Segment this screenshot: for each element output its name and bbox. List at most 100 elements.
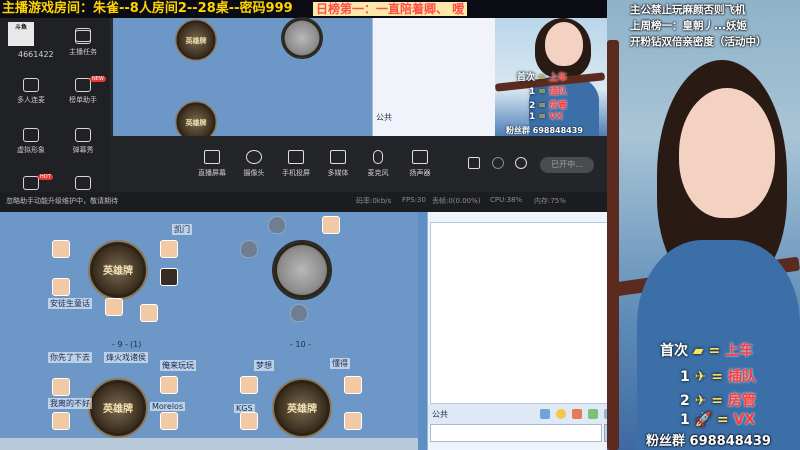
- preview-table-label: 英雄牌: [185, 119, 207, 127]
- chair-post: [607, 40, 619, 450]
- emoji-icon[interactable]: [556, 409, 566, 419]
- player-avatar[interactable]: [322, 216, 340, 234]
- tool-media[interactable]: 多媒体: [316, 150, 360, 178]
- preview-rank-sep: =: [538, 101, 546, 111]
- preview-fan-group: 粉丝群 698848439: [506, 126, 583, 135]
- player-avatar[interactable]: [344, 412, 362, 430]
- player-avatar[interactable]: [160, 268, 178, 286]
- notice-line: 开粉钻双倍亲密度（活动中）: [630, 36, 767, 48]
- stat-cpu: CPU:38%: [490, 196, 523, 204]
- tool-phone-cast[interactable]: 手机投屏: [274, 150, 318, 178]
- rank-sep: ✈ =: [694, 369, 723, 385]
- eye-icon[interactable]: [492, 157, 504, 169]
- game-table-3-label: 英雄牌: [287, 404, 317, 415]
- player-avatar[interactable]: [160, 240, 178, 258]
- rank-pos: 1: [680, 412, 690, 428]
- player-avatar[interactable]: [160, 376, 178, 394]
- font-icon[interactable]: [540, 409, 550, 419]
- preview-rank-val: 上车: [548, 73, 567, 83]
- preview-rank-pos: 1: [529, 112, 536, 122]
- empty-seat-icon[interactable]: [290, 304, 308, 322]
- avatar-icon: [23, 128, 39, 142]
- preview-face: [545, 22, 583, 66]
- tool-screen[interactable]: 直播屏幕: [190, 150, 234, 178]
- sidebar-item-label: 多人连麦: [17, 96, 45, 104]
- player-name: KGS: [234, 404, 255, 413]
- sidebar-item-rank-helper[interactable]: 榜单助手: [56, 78, 110, 105]
- status-notice: 忽略助手动能升级维护中，敬请期待: [6, 197, 118, 205]
- tool-camera[interactable]: 摄像头: [232, 150, 276, 178]
- user-id: 4661422: [18, 50, 54, 59]
- chat-input[interactable]: [430, 424, 602, 442]
- camera-icon: [246, 150, 262, 164]
- gift-icon[interactable]: [572, 409, 582, 419]
- rank-line-2: 2 ✈ = 房管: [680, 390, 756, 410]
- table-number: - 10 -: [290, 340, 312, 349]
- sidebar-item-task[interactable]: 主播任务: [56, 30, 110, 57]
- player-name: 懂得: [330, 358, 350, 369]
- preview-camera-thumbnail: 首次 = 上车 1 = 插队 2 = 房管 1 = VX: [495, 18, 607, 136]
- face: [679, 88, 775, 218]
- preview-rank-1: 1 = 插队: [529, 84, 567, 97]
- player-avatar[interactable]: [240, 412, 258, 430]
- player-avatar[interactable]: [52, 278, 70, 296]
- chat-channel-label[interactable]: 公共: [432, 409, 448, 420]
- stat-memory: 内存:75%: [534, 197, 566, 205]
- fan-group-qq: 粉丝群 698848439: [646, 434, 771, 449]
- sidebar-item-avatar[interactable]: 虚拟形象: [4, 128, 58, 155]
- tool-label: 直播屏幕: [198, 169, 226, 177]
- player-name: 凯门: [172, 224, 192, 235]
- empty-seat-icon[interactable]: [268, 216, 286, 234]
- new-badge: NEW: [90, 76, 106, 82]
- start-live-button[interactable]: 已开中...: [540, 157, 594, 173]
- multi-link-icon: [23, 78, 39, 92]
- player-avatar[interactable]: [52, 378, 70, 396]
- tool-speaker[interactable]: 扬声器: [398, 150, 442, 178]
- chat-message-area[interactable]: [430, 222, 622, 404]
- game-table-1-label: 英雄牌: [103, 266, 133, 277]
- task-icon: [75, 30, 91, 44]
- banner-room-info: 主播游戏房间：朱雀--8人房间2--28桌--密码999: [2, 1, 293, 16]
- sidebar-item-label: 主播任务: [69, 48, 97, 56]
- sidebar-item-fire[interactable]: [56, 176, 110, 193]
- mic-icon: [373, 150, 383, 164]
- player-avatar[interactable]: [105, 298, 123, 316]
- game-table-3[interactable]: 英雄牌: [272, 378, 332, 438]
- fire-icon: [75, 176, 91, 190]
- empty-seat-icon[interactable]: [240, 240, 258, 258]
- player-name: 你先了下去: [48, 352, 92, 363]
- rank-pos: 2: [680, 393, 690, 409]
- rank-line-3: 1 🚀 = VX: [680, 412, 755, 428]
- sidebar-item-multi-link[interactable]: 多人连麦: [4, 78, 58, 105]
- game-table-1[interactable]: 英雄牌: [88, 240, 148, 300]
- tool-mic[interactable]: 麦克风: [356, 150, 400, 178]
- game-table-empty[interactable]: [272, 240, 332, 300]
- player-avatar[interactable]: [52, 240, 70, 258]
- image-icon[interactable]: [588, 409, 598, 419]
- player-avatar[interactable]: [140, 304, 158, 322]
- player-avatar[interactable]: [344, 376, 362, 394]
- table-number: (1): [130, 340, 142, 349]
- preview-rank-val: VX: [549, 112, 563, 122]
- board-scrollbar[interactable]: [0, 438, 418, 450]
- gear-icon[interactable]: [515, 157, 527, 169]
- player-avatar[interactable]: [160, 412, 178, 430]
- preview-rank-sep: =: [538, 73, 546, 83]
- player-avatar[interactable]: [240, 376, 258, 394]
- stat-fps: FPS:30: [402, 196, 426, 204]
- record-icon[interactable]: [468, 157, 480, 169]
- sidebar-item-danmu[interactable]: 弹幕秀: [56, 128, 110, 155]
- speaker-icon: [412, 150, 428, 164]
- game-table-2[interactable]: 英雄牌: [88, 378, 148, 438]
- overlay-notice: 主公禁止玩麻颜否则飞机 上周榜一：皇朝丿...妖姬 开粉钻双倍亲密度（活动中）: [630, 2, 800, 50]
- player-name: 我离的不好: [48, 398, 92, 409]
- banner-rank-highlight: 日榜第一：一直陪着卿、 嗳: [313, 2, 468, 16]
- gift-icon: [23, 176, 39, 190]
- player-name: 烽火戏诸侯: [104, 352, 148, 363]
- player-avatar[interactable]: [52, 412, 70, 430]
- notice-line: 上周榜一：皇朝丿...妖姬: [630, 20, 747, 32]
- logo-text: 斗鱼: [14, 24, 27, 31]
- preview-rank-0: 首次 = 上车: [517, 70, 567, 83]
- rank-sep: 🚀 =: [694, 412, 729, 428]
- game-table-2-label: 英雄牌: [103, 404, 133, 415]
